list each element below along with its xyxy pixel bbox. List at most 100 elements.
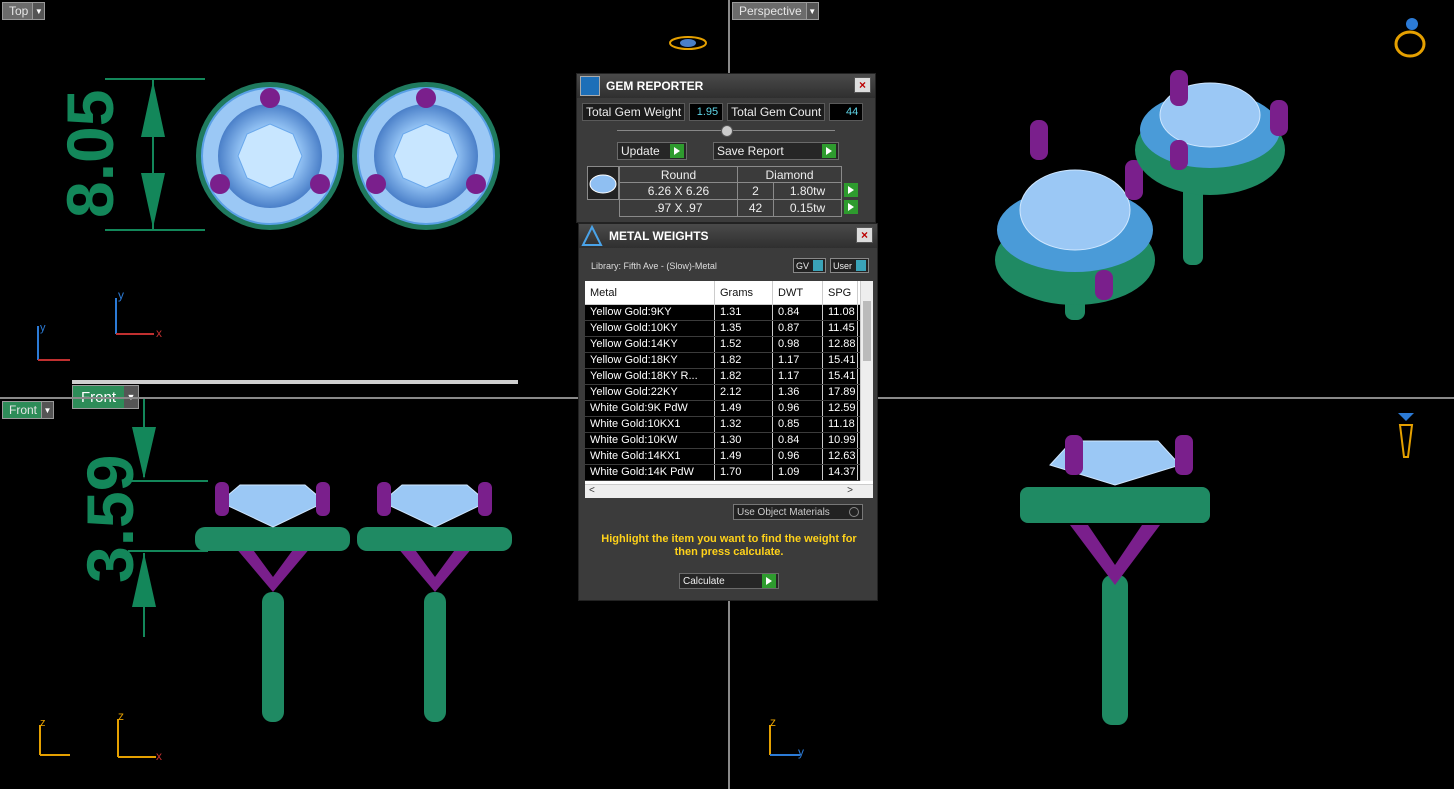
top-dimension-value: 8.05: [53, 89, 127, 218]
pendant-icon[interactable]: [1394, 409, 1418, 463]
axis-z-label: z: [118, 709, 124, 723]
metal-grams: 1.49: [715, 449, 773, 464]
total-gem-weight-label: Total Gem Weight: [582, 103, 686, 121]
metal-weights-titlebar[interactable]: METAL WEIGHTS ×: [579, 224, 877, 248]
user-toggle[interactable]: User: [829, 258, 869, 273]
vertical-scrollbar[interactable]: [860, 281, 873, 481]
metal-grams: 1.49: [715, 401, 773, 416]
metal-grams: 1.35: [715, 321, 773, 336]
metal-spg: 12.88: [823, 337, 858, 352]
metal-table-row[interactable]: Yellow Gold:22KY 2.12 1.36 17.89: [585, 385, 860, 401]
scroll-right-icon[interactable]: >: [847, 485, 853, 498]
metal-spg: 11.08: [823, 305, 858, 320]
metal-spg: 17.89: [823, 385, 858, 400]
use-object-materials-button[interactable]: Use Object Materials: [733, 504, 863, 520]
metal-dwt: 0.96: [773, 449, 823, 464]
metal-name: Yellow Gold:14KY: [585, 337, 715, 352]
metal-table-row[interactable]: White Gold:10KX1 1.32 0.85 11.18: [585, 417, 860, 433]
metal-weights-icon: [581, 224, 603, 247]
metal-name: Yellow Gold:18KY R...: [585, 369, 715, 384]
close-icon[interactable]: ×: [854, 77, 871, 93]
axis-x-label-front: x: [156, 749, 162, 763]
play-icon: [844, 199, 859, 214]
axis-y-label-right: y: [798, 745, 804, 759]
gv-toggle[interactable]: GV: [792, 258, 826, 273]
metal-name: White Gold:14KX1: [585, 449, 715, 464]
radio-icon: [849, 507, 859, 517]
gv-label: GV: [795, 260, 809, 271]
save-report-button[interactable]: Save Report: [713, 142, 839, 160]
total-gem-count-value: 44: [829, 103, 864, 121]
col-spg: SPG: [823, 281, 858, 304]
metal-table-row[interactable]: Yellow Gold:14KY 1.52 0.98 12.88: [585, 337, 860, 353]
update-button-label: Update: [621, 144, 660, 158]
gem-row-detail-button[interactable]: [842, 182, 861, 200]
user-label: User: [832, 260, 852, 271]
metal-spg: 15.41: [823, 353, 858, 368]
ring-gizmo-icon[interactable]: [668, 33, 708, 53]
play-icon: [762, 574, 776, 588]
ring-icon[interactable]: [1392, 16, 1432, 60]
metal-table-row[interactable]: White Gold:9K PdW 1.49 0.96 12.59: [585, 401, 860, 417]
metal-table-row[interactable]: Yellow Gold:18KY 1.82 1.17 15.41: [585, 353, 860, 369]
gem-total-weight: 0.15tw: [773, 199, 842, 217]
viewport-top-tab[interactable]: Top ▼: [2, 2, 46, 20]
metal-name: White Gold:10KX1: [585, 417, 715, 432]
close-icon[interactable]: ×: [856, 227, 873, 243]
metal-dwt: 0.87: [773, 321, 823, 336]
viewport-front-tab[interactable]: Front ▼: [2, 401, 55, 419]
metal-table-row[interactable]: White Gold:10KW 1.30 0.84 10.99: [585, 433, 860, 449]
axis-z-label-small: z: [40, 717, 46, 729]
chevron-down-icon[interactable]: ▼: [41, 402, 54, 418]
metal-spg: 15.41: [823, 369, 858, 384]
scroll-left-icon[interactable]: <: [589, 485, 595, 498]
gem-reporter-title: GEM REPORTER: [606, 79, 704, 93]
update-button[interactable]: Update: [617, 142, 687, 160]
gem-row-detail-button[interactable]: [842, 199, 861, 217]
toggle-icon: [856, 260, 866, 271]
gem-reporter-titlebar[interactable]: GEM REPORTER ×: [577, 74, 875, 98]
metal-name: White Gold:9K PdW: [585, 401, 715, 416]
metal-table-row[interactable]: Yellow Gold:10KY 1.35 0.87 11.45: [585, 321, 860, 337]
axis-y-label-small: y: [40, 322, 46, 334]
gem-table-header-shape: Round: [619, 166, 738, 183]
metal-dwt: 1.17: [773, 353, 823, 368]
gem-count: 42: [737, 199, 774, 217]
horizontal-scrollbar[interactable]: < >: [585, 484, 873, 498]
use-object-materials-label: Use Object Materials: [737, 506, 830, 518]
slider-handle[interactable]: [721, 125, 733, 137]
metal-grams: 2.12: [715, 385, 773, 400]
front-earrings-model: [195, 482, 512, 722]
metal-table-row[interactable]: Yellow Gold:18KY R... 1.82 1.17 15.41: [585, 369, 860, 385]
gem-size: 6.26 X 6.26: [619, 182, 738, 200]
viewport-perspective-label: Perspective: [739, 4, 802, 18]
chevron-down-icon[interactable]: ▼: [805, 3, 818, 19]
metal-library-label: Library: Fifth Ave - (Slow)-Metal: [591, 260, 717, 271]
metal-name: Yellow Gold:9KY: [585, 305, 715, 320]
gem-table-row[interactable]: .97 X .97 42 0.15tw: [619, 199, 861, 217]
metal-spg: 11.45: [823, 321, 858, 336]
scroll-thumb[interactable]: [863, 301, 871, 361]
save-report-button-label: Save Report: [717, 144, 784, 158]
metal-spg: 10.99: [823, 433, 858, 448]
col-dwt: DWT: [773, 281, 823, 304]
gem-table: Round Diamond 6.26 X 6.26 2 1.80tw .97 X…: [619, 166, 861, 217]
right-earring-model: [1020, 435, 1210, 725]
metal-table-row[interactable]: White Gold:14K PdW 1.70 1.09 14.37: [585, 465, 860, 481]
metal-table-row[interactable]: Yellow Gold:9KY 1.31 0.84 11.08: [585, 305, 860, 321]
metal-weights-table[interactable]: Metal Grams DWT SPG Yellow Gold:9KY 1.31 0…: [585, 281, 873, 498]
gem-reporter-slider[interactable]: [617, 124, 835, 138]
chevron-down-icon[interactable]: ▼: [32, 3, 45, 19]
gem-table-row[interactable]: 6.26 X 6.26 2 1.80tw: [619, 182, 861, 200]
calculate-button[interactable]: Calculate: [679, 573, 779, 589]
viewport-perspective-tab[interactable]: Perspective ▼: [732, 2, 819, 20]
play-icon: [822, 144, 836, 158]
axis-x-label: x: [156, 326, 162, 340]
total-gem-weight-value: 1.95: [689, 103, 724, 121]
play-icon: [844, 182, 858, 197]
metal-dwt: 1.09: [773, 465, 823, 480]
metal-grams: 1.82: [715, 353, 773, 368]
metal-dwt: 0.84: [773, 433, 823, 448]
metal-table-row[interactable]: White Gold:14KX1 1.49 0.96 12.63: [585, 449, 860, 465]
gem-table-header-material: Diamond: [737, 166, 842, 183]
